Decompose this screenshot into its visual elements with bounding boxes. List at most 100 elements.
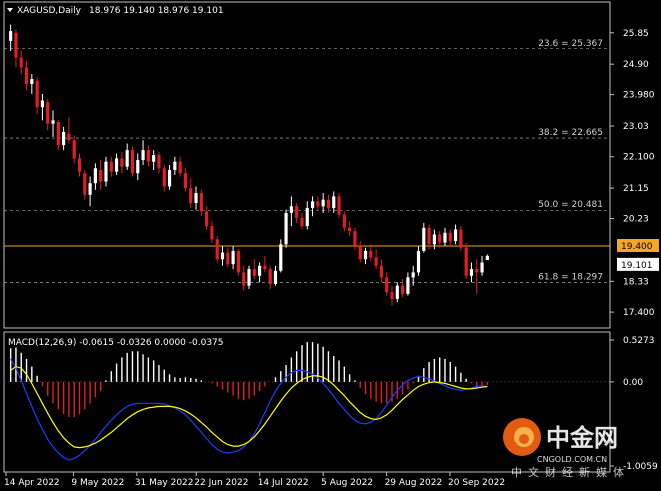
candle-body (406, 277, 410, 294)
candle-body (263, 265, 267, 270)
candle-body (342, 214, 346, 228)
candle-body (348, 227, 352, 232)
candle-body (385, 277, 389, 293)
candle-body (326, 199, 331, 208)
candle-body (279, 244, 283, 271)
date-tick-label: 31 May 2022 (135, 478, 194, 488)
candle-body (226, 252, 230, 265)
collapse-triangle-icon[interactable] (7, 8, 13, 12)
date-tick-label: 9 May 2022 (71, 478, 124, 488)
candle-body (369, 250, 373, 258)
candle-body (146, 150, 150, 162)
fib-level-label: 61.8 = 18.297 (538, 272, 603, 282)
candle-body (24, 67, 29, 85)
candle-body (422, 227, 426, 251)
price-tick-label: 20.23 (623, 215, 649, 225)
candle-body (194, 193, 198, 204)
candle-body (316, 201, 320, 207)
candle-body (40, 100, 45, 108)
price-tick-label: 21.15 (623, 184, 649, 194)
candle-body (416, 250, 421, 273)
candle-body (453, 229, 458, 242)
candle-body (93, 168, 97, 184)
candle-body (427, 227, 431, 245)
candle-body (152, 155, 156, 162)
candle-body (289, 206, 293, 213)
candle-body (183, 173, 188, 189)
watermark-site: CNGOLD.COM.CN (537, 455, 607, 464)
price-tick-label: 17.400 (623, 308, 655, 318)
candle-body (19, 57, 23, 68)
fibonacci-levels: 23.6 = 25.367 38.2 = 22.665 50.0 = 20.481 6… (4, 39, 610, 283)
candle-body (321, 199, 325, 207)
candlestick-series (9, 24, 489, 306)
candle-body (363, 250, 368, 260)
candle-body (9, 31, 13, 42)
candle-body (353, 231, 357, 246)
candle-body (88, 183, 92, 195)
candle-body (83, 173, 87, 195)
date-tick-label: 14 Jul 2022 (258, 478, 309, 488)
candle-body (77, 158, 82, 172)
candle-body (284, 212, 288, 245)
candle-body (475, 269, 479, 273)
candle-body (220, 252, 225, 260)
candle-body (67, 133, 71, 141)
candle-body (401, 285, 405, 294)
candle-body (337, 196, 341, 215)
cngold-logo-core (519, 434, 529, 444)
candle-body (464, 247, 468, 276)
candle-body (448, 232, 452, 242)
candle-body (189, 188, 193, 204)
price-tick-label: 23.980 (623, 91, 655, 101)
candle-body (173, 161, 177, 170)
candle-body (141, 150, 145, 161)
candle-body (332, 196, 336, 208)
candle-body (125, 150, 129, 167)
price-tick-label: 24.90 (623, 60, 649, 70)
candle-body (51, 120, 55, 124)
candle-body (120, 158, 124, 167)
candle-body (469, 269, 474, 276)
candle-body (379, 265, 384, 278)
price-axis: 25.85 24.90 23.980 23.03 22.100 21.15 20.23 18.… (610, 29, 659, 318)
candle-body (231, 250, 235, 265)
candle-body (242, 272, 246, 286)
candle-body (432, 234, 436, 245)
candle-body (273, 270, 278, 284)
symbol-name: XAGUSD,Daily (17, 6, 82, 16)
date-axis: 14 Apr 2022 9 May 2022 31 May 2022 22 Jun 2… (4, 472, 505, 488)
candle-body (99, 169, 103, 182)
candle-body (395, 285, 399, 299)
macd-tick-label: 0.00 (623, 378, 643, 388)
date-tick-label: 20 Sep 2022 (448, 478, 505, 488)
candle-body (130, 150, 135, 174)
date-tick-label: 29 Aug 2022 (385, 478, 443, 488)
candle-body (480, 262, 484, 273)
fib-level-label: 23.6 = 25.367 (538, 39, 603, 49)
candle-body (62, 131, 66, 146)
candle-body (46, 102, 50, 124)
candle-body (114, 158, 119, 172)
macd-line (10, 358, 488, 461)
candle-body (14, 32, 18, 58)
candle-body (252, 269, 256, 276)
candle-body (199, 193, 203, 212)
date-tick-label: 5 Aug 2022 (321, 478, 373, 488)
candle-body (300, 217, 304, 227)
candle-body (247, 269, 251, 286)
candle-body (374, 257, 378, 266)
candle-body (109, 161, 113, 172)
date-tick-label: 14 Apr 2022 (4, 478, 60, 488)
candle-body (438, 234, 442, 243)
candle-body (136, 160, 140, 174)
candle-body (178, 161, 182, 174)
candle-body (485, 255, 489, 260)
candle-body (411, 272, 415, 278)
signal-line (10, 365, 488, 449)
price-tick-label: 22.100 (623, 153, 655, 163)
watermark-brand: 中金网 (546, 424, 618, 452)
symbol-header: XAGUSD,Daily 18.976 19.140 18.976 19.101 (7, 6, 224, 16)
candle-body (295, 206, 299, 218)
candle-body (162, 168, 166, 187)
